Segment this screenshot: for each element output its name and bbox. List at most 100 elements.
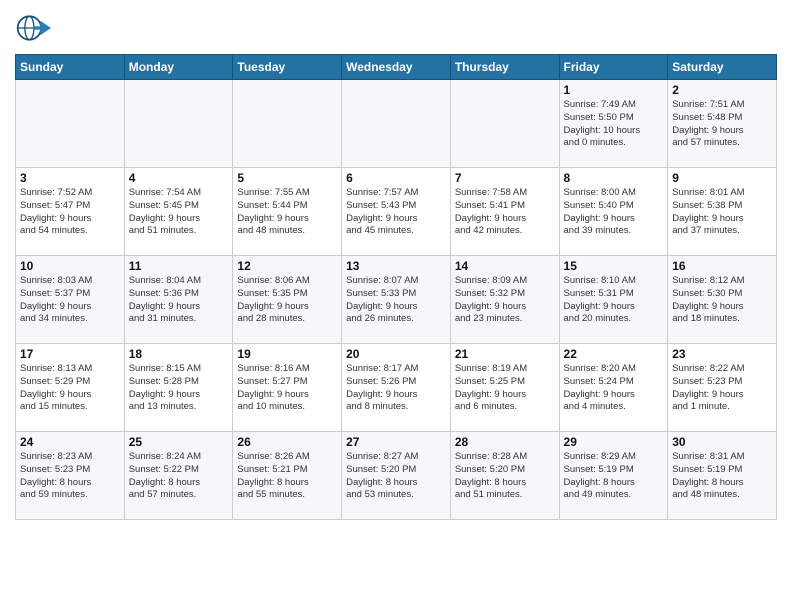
day-number: 3: [20, 171, 120, 185]
day-cell: 6Sunrise: 7:57 AMSunset: 5:43 PMDaylight…: [342, 168, 451, 256]
day-info: Sunrise: 8:27 AMSunset: 5:20 PMDaylight:…: [346, 451, 446, 502]
day-number: 30: [672, 435, 772, 449]
day-number: 4: [129, 171, 229, 185]
day-number: 24: [20, 435, 120, 449]
day-cell: 16 Sunrise: 8:12 AMSunset: 5:30 PMDayligh…: [668, 256, 777, 344]
day-number: 10: [20, 259, 120, 273]
day-info: Sunrise: 8:04 AMSunset: 5:36 PMDaylight:…: [129, 275, 229, 326]
weekday-header-row: SundayMondayTuesdayWednesdayThursdayFrid…: [16, 55, 777, 80]
day-cell: 21 Sunrise: 8:19 AMSunset: 5:25 PMDayligh…: [450, 344, 559, 432]
day-number: 20: [346, 347, 446, 361]
day-number: 6: [346, 171, 446, 185]
day-number: 29: [564, 435, 664, 449]
day-number: 12: [237, 259, 337, 273]
day-number: 15: [564, 259, 664, 273]
day-info: Sunrise: 8:07 AMSunset: 5:33 PMDaylight:…: [346, 275, 446, 326]
week-row-0: 1 Sunrise: 7:49 AMSunset: 5:50 PMDaylight…: [16, 80, 777, 168]
day-cell: 15 Sunrise: 8:10 AMSunset: 5:31 PMDayligh…: [559, 256, 668, 344]
calendar-table: SundayMondayTuesdayWednesdayThursdayFrid…: [15, 54, 777, 520]
day-cell: 12 Sunrise: 8:06 AMSunset: 5:35 PMDayligh…: [233, 256, 342, 344]
day-number: 13: [346, 259, 446, 273]
day-cell: [124, 80, 233, 168]
day-info: Sunrise: 7:54 AMSunset: 5:45 PMDaylight:…: [129, 187, 229, 238]
day-number: 16: [672, 259, 772, 273]
day-number: 18: [129, 347, 229, 361]
day-number: 2: [672, 83, 772, 97]
day-info: Sunrise: 8:15 AMSunset: 5:28 PMDaylight:…: [129, 363, 229, 414]
day-cell: 1 Sunrise: 7:49 AMSunset: 5:50 PMDaylight…: [559, 80, 668, 168]
day-number: 11: [129, 259, 229, 273]
day-cell: 5Sunrise: 7:55 AMSunset: 5:44 PMDaylight…: [233, 168, 342, 256]
day-cell: 30 Sunrise: 8:31 AMSunset: 5:19 PMDayligh…: [668, 432, 777, 520]
day-number: 26: [237, 435, 337, 449]
weekday-header-monday: Monday: [124, 55, 233, 80]
logo-area: [15, 10, 55, 46]
weekday-header-saturday: Saturday: [668, 55, 777, 80]
day-info: Sunrise: 8:23 AMSunset: 5:23 PMDaylight:…: [20, 451, 120, 502]
day-number: 23: [672, 347, 772, 361]
day-cell: 2 Sunrise: 7:51 AMSunset: 5:48 PMDaylight…: [668, 80, 777, 168]
day-cell: [233, 80, 342, 168]
day-cell: [342, 80, 451, 168]
day-info: Sunrise: 8:17 AMSunset: 5:26 PMDaylight:…: [346, 363, 446, 414]
weekday-header-sunday: Sunday: [16, 55, 125, 80]
day-number: 1: [564, 83, 664, 97]
week-row-4: 24 Sunrise: 8:23 AMSunset: 5:23 PMDayligh…: [16, 432, 777, 520]
weekday-header-tuesday: Tuesday: [233, 55, 342, 80]
day-cell: 28 Sunrise: 8:28 AMSunset: 5:20 PMDayligh…: [450, 432, 559, 520]
day-cell: 20 Sunrise: 8:17 AMSunset: 5:26 PMDayligh…: [342, 344, 451, 432]
day-info: Sunrise: 8:12 AMSunset: 5:30 PMDaylight:…: [672, 275, 772, 326]
day-cell: 23Sunrise: 8:22 AMSunset: 5:23 PMDayligh…: [668, 344, 777, 432]
day-cell: 14 Sunrise: 8:09 AMSunset: 5:32 PMDayligh…: [450, 256, 559, 344]
logo-icon: [15, 10, 51, 46]
day-number: 22: [564, 347, 664, 361]
day-cell: [450, 80, 559, 168]
day-info: Sunrise: 8:16 AMSunset: 5:27 PMDaylight:…: [237, 363, 337, 414]
day-cell: 19Sunrise: 8:16 AMSunset: 5:27 PMDayligh…: [233, 344, 342, 432]
weekday-header-thursday: Thursday: [450, 55, 559, 80]
day-number: 9: [672, 171, 772, 185]
day-cell: 10Sunrise: 8:03 AMSunset: 5:37 PMDayligh…: [16, 256, 125, 344]
week-row-2: 10Sunrise: 8:03 AMSunset: 5:37 PMDayligh…: [16, 256, 777, 344]
day-cell: 7 Sunrise: 7:58 AMSunset: 5:41 PMDaylight…: [450, 168, 559, 256]
weekday-header-friday: Friday: [559, 55, 668, 80]
day-number: 21: [455, 347, 555, 361]
day-cell: 18 Sunrise: 8:15 AMSunset: 5:28 PMDayligh…: [124, 344, 233, 432]
day-info: Sunrise: 8:29 AMSunset: 5:19 PMDaylight:…: [564, 451, 664, 502]
day-cell: 25Sunrise: 8:24 AMSunset: 5:22 PMDayligh…: [124, 432, 233, 520]
day-number: 27: [346, 435, 446, 449]
week-row-1: 3 Sunrise: 7:52 AMSunset: 5:47 PMDaylight…: [16, 168, 777, 256]
day-number: 25: [129, 435, 229, 449]
day-cell: 17 Sunrise: 8:13 AMSunset: 5:29 PMDayligh…: [16, 344, 125, 432]
day-cell: 22 Sunrise: 8:20 AMSunset: 5:24 PMDayligh…: [559, 344, 668, 432]
day-info: Sunrise: 7:58 AMSunset: 5:41 PMDaylight:…: [455, 187, 555, 238]
day-cell: 29 Sunrise: 8:29 AMSunset: 5:19 PMDayligh…: [559, 432, 668, 520]
day-info: Sunrise: 8:19 AMSunset: 5:25 PMDaylight:…: [455, 363, 555, 414]
day-number: 8: [564, 171, 664, 185]
day-cell: 4 Sunrise: 7:54 AMSunset: 5:45 PMDaylight…: [124, 168, 233, 256]
day-number: 17: [20, 347, 120, 361]
day-info: Sunrise: 8:28 AMSunset: 5:20 PMDaylight:…: [455, 451, 555, 502]
day-number: 7: [455, 171, 555, 185]
page: SundayMondayTuesdayWednesdayThursdayFrid…: [0, 0, 792, 612]
day-info: Sunrise: 7:49 AMSunset: 5:50 PMDaylight:…: [564, 99, 664, 150]
day-cell: 3 Sunrise: 7:52 AMSunset: 5:47 PMDaylight…: [16, 168, 125, 256]
day-info: Sunrise: 8:13 AMSunset: 5:29 PMDaylight:…: [20, 363, 120, 414]
day-number: 14: [455, 259, 555, 273]
day-info: Sunrise: 7:51 AMSunset: 5:48 PMDaylight:…: [672, 99, 772, 150]
day-cell: 9Sunrise: 8:01 AMSunset: 5:38 PMDaylight…: [668, 168, 777, 256]
week-row-3: 17 Sunrise: 8:13 AMSunset: 5:29 PMDayligh…: [16, 344, 777, 432]
weekday-header-wednesday: Wednesday: [342, 55, 451, 80]
day-info: Sunrise: 8:31 AMSunset: 5:19 PMDaylight:…: [672, 451, 772, 502]
day-info: Sunrise: 8:06 AMSunset: 5:35 PMDaylight:…: [237, 275, 337, 326]
day-number: 5: [237, 171, 337, 185]
day-cell: 24 Sunrise: 8:23 AMSunset: 5:23 PMDayligh…: [16, 432, 125, 520]
day-cell: 27 Sunrise: 8:27 AMSunset: 5:20 PMDayligh…: [342, 432, 451, 520]
day-info: Sunrise: 8:09 AMSunset: 5:32 PMDaylight:…: [455, 275, 555, 326]
day-number: 28: [455, 435, 555, 449]
day-info: Sunrise: 8:20 AMSunset: 5:24 PMDaylight:…: [564, 363, 664, 414]
day-cell: 13 Sunrise: 8:07 AMSunset: 5:33 PMDayligh…: [342, 256, 451, 344]
day-cell: 26Sunrise: 8:26 AMSunset: 5:21 PMDayligh…: [233, 432, 342, 520]
day-info: Sunrise: 8:10 AMSunset: 5:31 PMDaylight:…: [564, 275, 664, 326]
day-info: Sunrise: 7:52 AMSunset: 5:47 PMDaylight:…: [20, 187, 120, 238]
